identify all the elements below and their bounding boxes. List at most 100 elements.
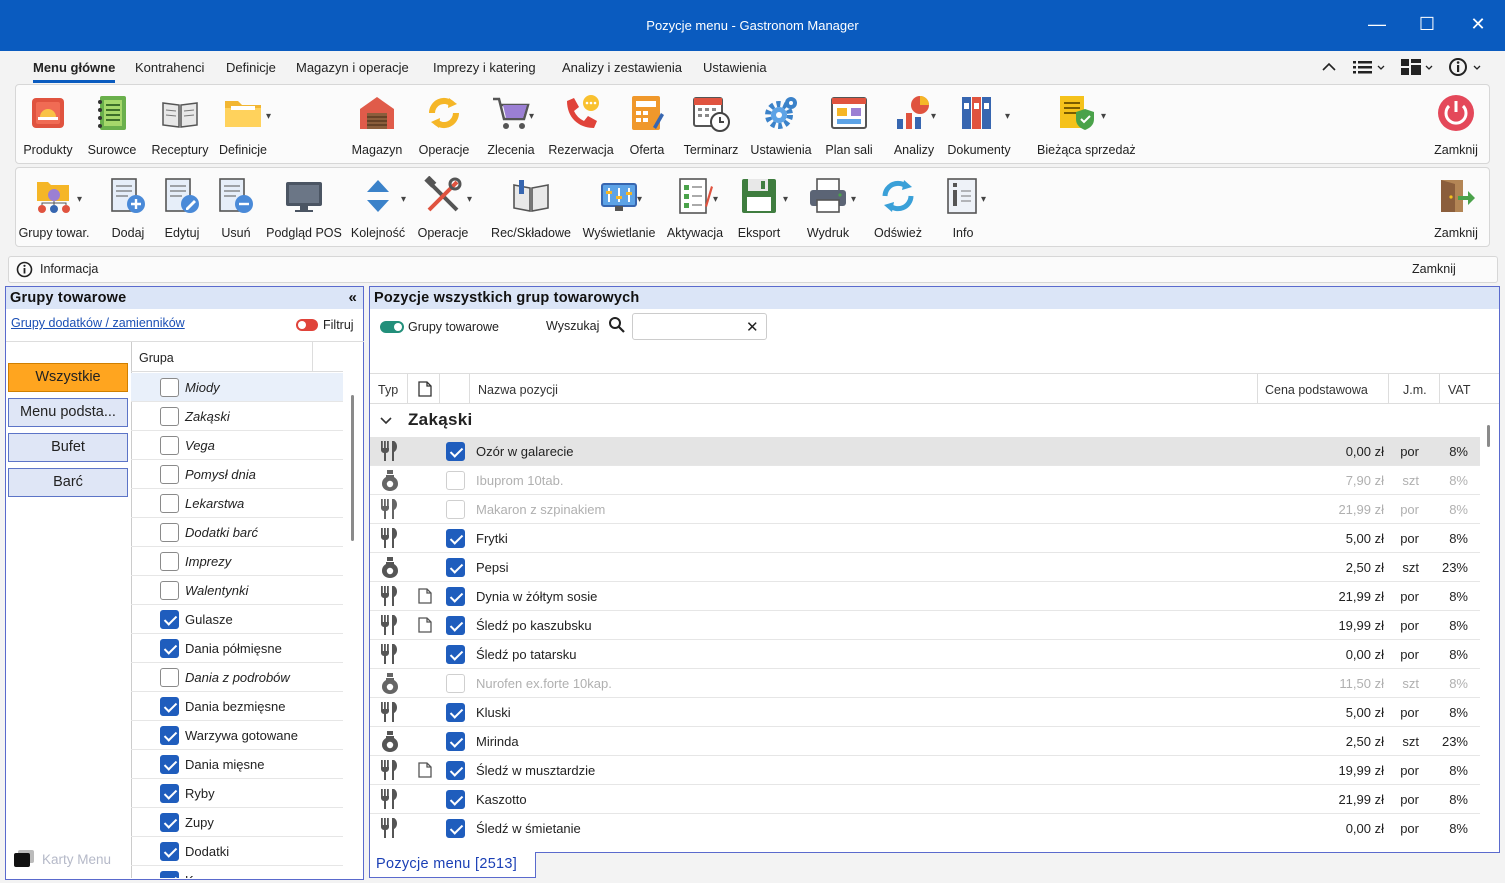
- terminarz-button[interactable]: Terminarz: [684, 93, 738, 157]
- table-row[interactable]: Nurofen ex.forte 10kap. 11,50 zł szt 8%: [370, 669, 1480, 698]
- info-icon[interactable]: [1448, 57, 1484, 77]
- active-checkbox[interactable]: [446, 529, 465, 548]
- col-price[interactable]: Cena podstawowa: [1265, 383, 1368, 397]
- tab-ustawienia[interactable]: Ustawienia: [703, 60, 767, 75]
- group-checkbox[interactable]: [160, 407, 179, 426]
- table-row[interactable]: Śledź po tatarsku 0,00 zł por 8%: [370, 640, 1480, 669]
- magazyn-button[interactable]: Magazyn: [352, 93, 402, 157]
- group-checkbox[interactable]: [160, 813, 179, 832]
- table-row[interactable]: Kluski 5,00 zł por 8%: [370, 698, 1480, 727]
- tab-kontrahenci[interactable]: Kontrahenci: [135, 60, 204, 75]
- table-row[interactable]: Ibuprom 10tab. 7,90 zł szt 8%: [370, 466, 1480, 495]
- menu-card-button[interactable]: Wszystkie: [8, 363, 128, 392]
- active-checkbox[interactable]: [446, 703, 465, 722]
- odswiez-button[interactable]: Odśwież: [874, 176, 922, 240]
- usun-button[interactable]: Usuń: [216, 176, 256, 240]
- group-checkbox[interactable]: [160, 697, 179, 716]
- group-row[interactable]: Ryby: [131, 779, 343, 808]
- table-row[interactable]: Śledź w musztardzie 19,99 zł por 8%: [370, 756, 1480, 785]
- group-header-row[interactable]: Zakąski: [370, 405, 1480, 437]
- groups-toggle[interactable]: [380, 321, 404, 333]
- maximize-button[interactable]: ☐: [1412, 9, 1442, 39]
- grupy-dropdown-icon[interactable]: ▾: [77, 194, 82, 205]
- active-checkbox[interactable]: [446, 500, 465, 519]
- col-typ[interactable]: Typ: [378, 383, 398, 397]
- kolejnosc-dropdown-icon[interactable]: ▾: [401, 194, 406, 205]
- group-row[interactable]: Miody: [131, 373, 343, 402]
- collapse-ribbon-icon[interactable]: [1320, 57, 1338, 77]
- close-window-button[interactable]: ✕: [1463, 9, 1493, 39]
- group-row[interactable]: Gulasze: [131, 605, 343, 634]
- group-row[interactable]: Dania półmięsne: [131, 634, 343, 663]
- group-checkbox[interactable]: [160, 552, 179, 571]
- info-close-button[interactable]: Zamknij: [1412, 262, 1456, 276]
- chevron-down-icon[interactable]: [380, 417, 392, 425]
- group-checkbox[interactable]: [160, 581, 179, 600]
- table-scrollbar[interactable]: [1487, 425, 1490, 447]
- definicje-dropdown-icon[interactable]: ▾: [266, 111, 271, 122]
- group-row[interactable]: Zakąski: [131, 402, 343, 431]
- group-row[interactable]: Dania z podrobów: [131, 663, 343, 692]
- table-row[interactable]: Śledź po kaszubsku 19,99 zł por 8%: [370, 611, 1480, 640]
- dokumenty-button[interactable]: Dokumenty: [947, 93, 1011, 157]
- group-checkbox[interactable]: [160, 871, 179, 878]
- active-checkbox[interactable]: [446, 471, 465, 490]
- table-row[interactable]: Frytki 5,00 zł por 8%: [370, 524, 1480, 553]
- tab-magazyn[interactable]: Magazyn i operacje: [296, 60, 409, 75]
- active-checkbox[interactable]: [446, 558, 465, 577]
- grupy-towar-button[interactable]: Grupy towar.: [19, 176, 89, 240]
- tab-menu-glowne[interactable]: Menu główne: [33, 60, 116, 83]
- dodaj-button[interactable]: Dodaj: [108, 176, 148, 240]
- group-checkbox[interactable]: [160, 436, 179, 455]
- group-checkbox[interactable]: [160, 755, 179, 774]
- ustawienia-button[interactable]: Ustawienia: [750, 93, 812, 157]
- wyswietlanie-dropdown-icon[interactable]: ▾: [637, 194, 642, 205]
- addons-groups-link[interactable]: Grupy dodatków / zamienników: [11, 316, 185, 330]
- document-column-icon[interactable]: [418, 381, 432, 397]
- table-row[interactable]: Dynia w żółtym sosie 21,99 zł por 8%: [370, 582, 1480, 611]
- tab-imprezy[interactable]: Imprezy i katering: [433, 60, 536, 75]
- group-checkbox[interactable]: [160, 610, 179, 629]
- eksport-dropdown-icon[interactable]: ▾: [783, 194, 788, 205]
- wydruk-dropdown-icon[interactable]: ▾: [851, 194, 856, 205]
- eksport-button[interactable]: Eksport: [738, 176, 780, 240]
- active-checkbox[interactable]: [446, 790, 465, 809]
- active-checkbox[interactable]: [446, 645, 465, 664]
- menu-card-button[interactable]: Bufet: [8, 433, 128, 462]
- rec-skladowe-button[interactable]: Rec/Składowe: [491, 176, 571, 240]
- filter-toggle[interactable]: [296, 319, 318, 331]
- receptury-button[interactable]: Receptury: [152, 93, 208, 157]
- group-row[interactable]: Pomysł dnia: [131, 460, 343, 489]
- dokumenty-dropdown-icon[interactable]: ▾: [1005, 111, 1010, 122]
- group-checkbox[interactable]: [160, 784, 179, 803]
- active-checkbox[interactable]: [446, 674, 465, 693]
- list-view-icon[interactable]: [1352, 57, 1388, 77]
- tab-analizy[interactable]: Analizy i zestawienia: [562, 60, 682, 75]
- collapse-panel-icon[interactable]: «: [348, 289, 357, 306]
- group-checkbox[interactable]: [160, 465, 179, 484]
- menu-cards-label[interactable]: Karty Menu: [42, 852, 111, 867]
- kolejnosc-button[interactable]: Kolejność: [351, 176, 405, 240]
- zamknij-main-button[interactable]: Zamknij: [1434, 93, 1478, 157]
- wyswietlanie-button[interactable]: Wyświetlanie: [583, 176, 655, 240]
- analizy-button[interactable]: Analizy: [894, 93, 934, 157]
- rezerwacja-button[interactable]: Rezerwacja: [548, 93, 614, 157]
- active-checkbox[interactable]: [446, 616, 465, 635]
- col-unit[interactable]: J.m.: [1403, 383, 1427, 397]
- group-checkbox[interactable]: [160, 726, 179, 745]
- wydruk-button[interactable]: Wydruk: [807, 176, 849, 240]
- table-row[interactable]: Makaron z szpinakiem 21,99 zł por 8%: [370, 495, 1480, 524]
- plan-sali-button[interactable]: Plan sali: [825, 93, 873, 157]
- produkty-button[interactable]: Produkty: [23, 93, 73, 157]
- table-row[interactable]: Kaszotto 21,99 zł por 8%: [370, 785, 1480, 814]
- groups-scrollbar[interactable]: [351, 395, 354, 541]
- surowce-button[interactable]: Surowce: [88, 93, 136, 157]
- info-dropdown-icon[interactable]: ▾: [981, 194, 986, 205]
- group-row[interactable]: Kawy: [131, 866, 343, 878]
- col-vat[interactable]: VAT: [1448, 383, 1470, 397]
- group-row[interactable]: Lekarstwa: [131, 489, 343, 518]
- biezaca-dropdown-icon[interactable]: ▾: [1101, 111, 1106, 122]
- active-checkbox[interactable]: [446, 819, 465, 838]
- zlecenia-dropdown-icon[interactable]: ▾: [529, 111, 534, 122]
- group-row[interactable]: Warzywa gotowane: [131, 721, 343, 750]
